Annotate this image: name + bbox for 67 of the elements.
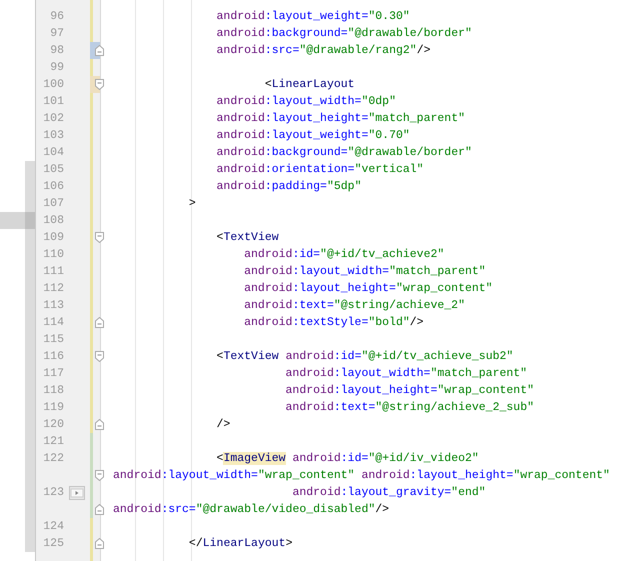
fold-icon[interactable]: [95, 538, 104, 549]
line-number: 99: [49, 60, 64, 76]
code-line: <LinearLayout: [264, 77, 355, 93]
fold-icon[interactable]: [95, 79, 104, 90]
line-number: 119: [42, 400, 64, 416]
line-number: 104: [42, 145, 64, 161]
line-number: 116: [42, 349, 64, 365]
code-line: android:background="@drawable/border": [216, 145, 472, 161]
code-line: <TextView android:id="@+id/tv_achieve_sub2": [216, 349, 514, 365]
line-number: 124: [42, 519, 64, 535]
line-number: 102: [42, 111, 64, 127]
code-line: >: [188, 196, 196, 212]
line-number: 101: [42, 94, 64, 110]
line-number: 125: [42, 536, 64, 552]
code-line: android:layout_height="match_parent": [216, 111, 465, 127]
code-line: android:layout_width="match_parent": [284, 366, 528, 382]
code-line: android:textStyle="bold"/>: [243, 315, 424, 331]
line-number: 106: [42, 179, 64, 195]
line-number: 113: [42, 298, 64, 314]
code-line: android:layout_height="wrap_content": [243, 281, 493, 297]
line-number: 115: [42, 332, 64, 348]
line-number: 122: [42, 451, 64, 467]
code-line: android:padding="5dp": [216, 179, 362, 195]
code-line: android:src="@drawable/rang2"/>: [216, 43, 430, 59]
line-number: 100: [42, 77, 64, 93]
fold-icon[interactable]: [95, 470, 104, 481]
code-line: android:background="@drawable/border": [216, 26, 472, 42]
code-line: android:layout_height="wrap_content": [284, 383, 534, 399]
code-line: android:orientation="vertical": [216, 162, 424, 178]
line-number: 110: [42, 247, 64, 263]
line-number: 112: [42, 281, 64, 297]
line-number: 97: [49, 26, 64, 42]
fold-icon[interactable]: [95, 232, 104, 243]
code-line: <TextView: [216, 230, 279, 246]
line-number: 120: [42, 417, 64, 433]
code-line: android:text="@string/achieve_2": [243, 298, 465, 314]
code-line: android:src="@drawable/video_disabled"/>: [113, 502, 390, 518]
line-number: 117: [42, 366, 64, 382]
code-line: android:layout_gravity="end": [291, 485, 486, 501]
line-number: 98: [49, 43, 64, 59]
line-number: 109: [42, 230, 64, 246]
fold-icon[interactable]: [95, 351, 104, 362]
code-line: android:text="@string/achieve_2_sub": [284, 400, 534, 416]
line-number: 121: [42, 434, 64, 450]
code-line: android:layout_weight="0.30": [216, 9, 410, 25]
fold-icon[interactable]: [95, 504, 104, 515]
code-line: android:layout_weight="0.70": [216, 128, 410, 144]
line-number: 107: [42, 196, 64, 212]
film-icon[interactable]: [69, 486, 85, 500]
code-line: android:layout_width="wrap_content" android:layout_height="wrap_content": [113, 468, 610, 484]
fold-icon[interactable]: [95, 419, 104, 430]
line-number: 103: [42, 128, 64, 144]
code-line: </LinearLayout>: [188, 536, 292, 552]
fold-icon[interactable]: [95, 45, 104, 56]
code-line: />: [216, 417, 230, 433]
fold-icon[interactable]: [95, 317, 104, 328]
line-number: 123: [42, 485, 64, 501]
code-line: android:layout_width="0dp": [216, 94, 396, 110]
code-line: android:layout_width="match_parent": [243, 264, 486, 280]
line-number: 96: [49, 9, 64, 25]
line-number: 108: [42, 213, 64, 229]
line-number: 111: [42, 264, 64, 280]
code-line: android:id="@+id/tv_achieve2": [243, 247, 444, 263]
code-line: <ImageView android:id="@+id/iv_video2": [216, 451, 479, 467]
line-number: 118: [42, 383, 64, 399]
line-number: 114: [42, 315, 64, 331]
line-number: 105: [42, 162, 64, 178]
